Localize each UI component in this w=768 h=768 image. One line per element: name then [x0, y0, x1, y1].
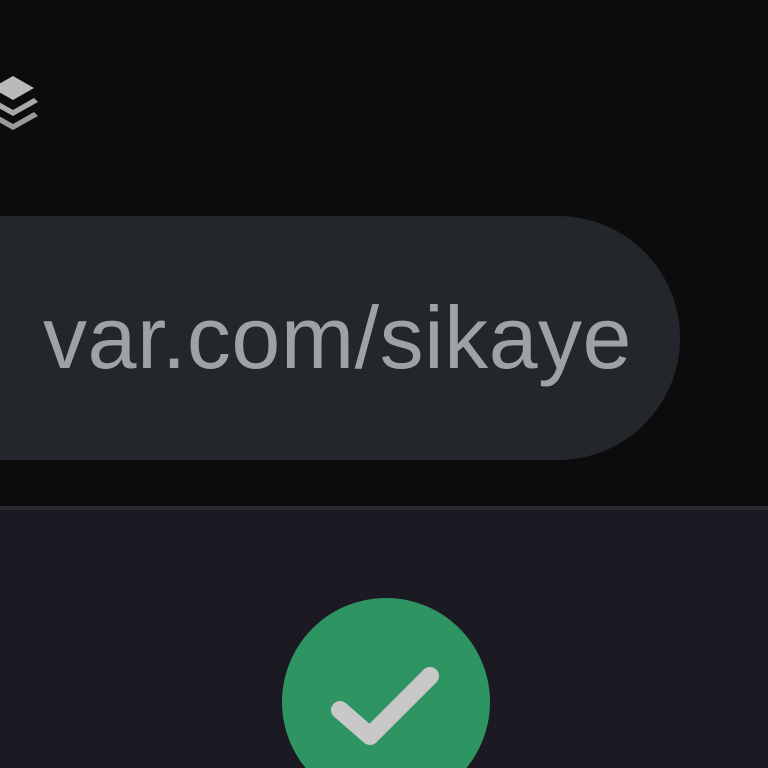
url-text: var.com/sikaye	[43, 288, 632, 387]
url-bar[interactable]: var.com/sikaye	[0, 216, 680, 460]
check-icon	[331, 667, 439, 745]
layers-icon[interactable]	[0, 72, 40, 138]
top-bar: var.com/sikaye	[0, 0, 768, 508]
screen: var.com/sikaye	[0, 0, 768, 768]
